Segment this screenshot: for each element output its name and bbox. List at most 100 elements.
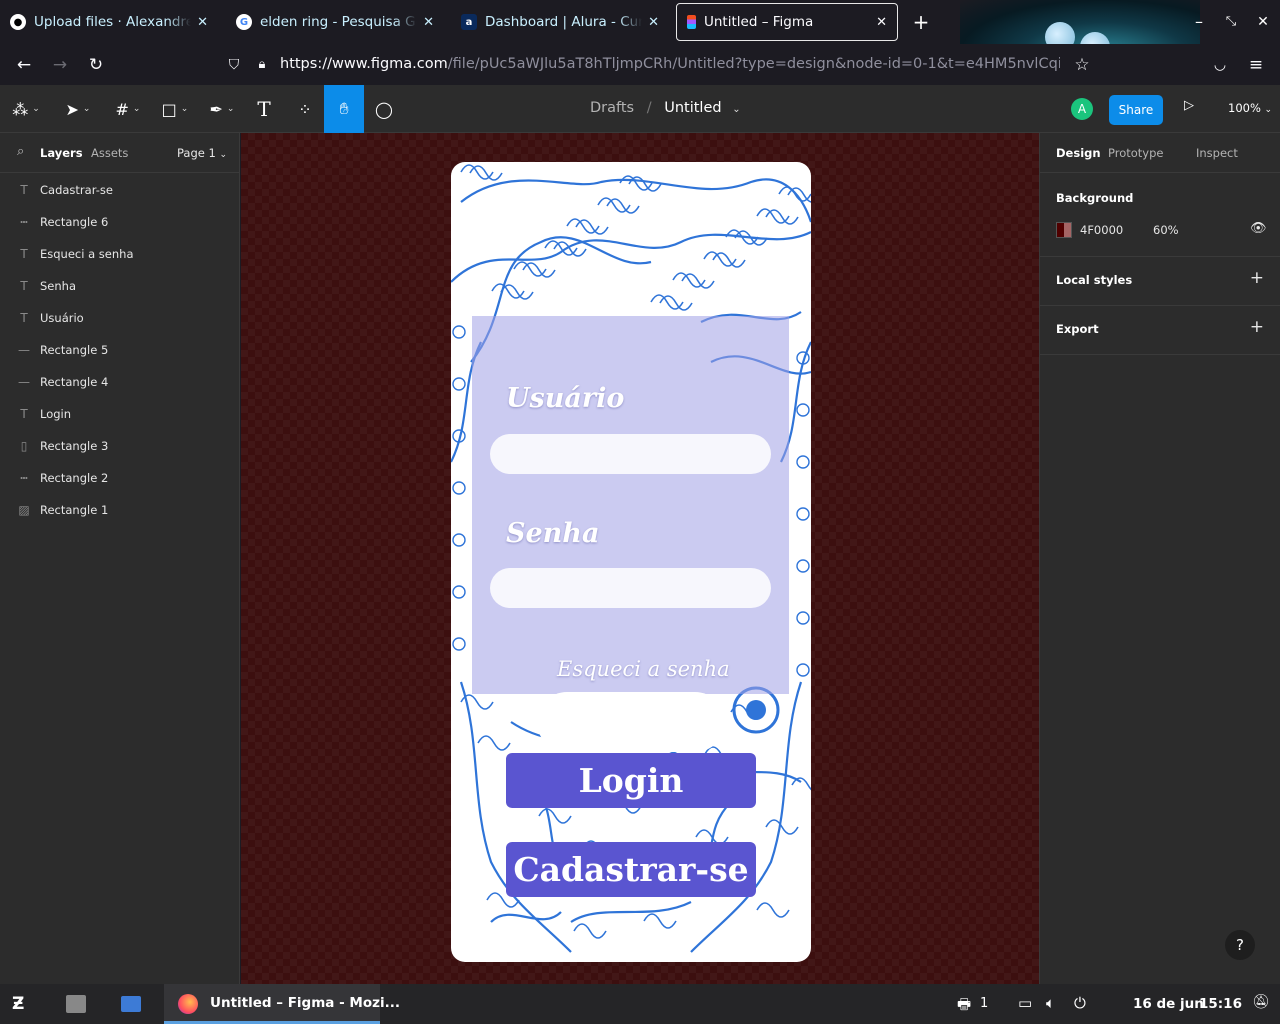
hand-tool-button[interactable]: ✋︎ xyxy=(324,85,364,133)
tab-layers[interactable]: Layers xyxy=(40,146,83,160)
layer-row[interactable]: ▯ Rectangle 3 xyxy=(0,430,240,462)
frame-tool-button[interactable]: # ⌄ xyxy=(108,85,148,133)
present-play-icon[interactable]: ▷ xyxy=(1184,98,1194,113)
background-hex[interactable]: 4F0000 xyxy=(1080,223,1123,237)
tab-prototype[interactable]: Prototype xyxy=(1108,146,1163,160)
display-icon[interactable]: ▭ xyxy=(1018,994,1032,1012)
help-button[interactable]: ? xyxy=(1225,930,1255,960)
bookmark-star-icon[interactable]: ☆ xyxy=(1069,52,1095,78)
design-canvas[interactable]: Usuário Senha Esqueci a senha Login Cada… xyxy=(241,133,1039,984)
close-window-icon[interactable]: ✕ xyxy=(1251,10,1275,34)
taskbar-date[interactable]: 16 de jun xyxy=(1133,996,1204,1012)
menu-icon[interactable]: ≡ xyxy=(1243,52,1269,78)
browser-tab-figma[interactable]: Untitled – Figma ✕ xyxy=(676,3,898,41)
forgot-password-label[interactable]: Esqueci a senha xyxy=(557,657,730,681)
power-icon[interactable]: ⏻ xyxy=(1074,994,1086,1012)
lock-icon[interactable]: 🔒︎ xyxy=(249,52,275,78)
close-tab-icon[interactable]: ✕ xyxy=(423,15,434,30)
breadcrumb-separator: / xyxy=(646,100,652,116)
eye-icon[interactable]: 👁︎ xyxy=(1250,221,1267,236)
export-section: Export + xyxy=(1040,306,1280,355)
background-color-swatch[interactable] xyxy=(1056,222,1072,238)
layer-name: Senha xyxy=(40,279,76,293)
senha-field[interactable] xyxy=(490,568,771,608)
layer-row[interactable]: T Cadastrar-se xyxy=(0,174,240,206)
chevron-down-icon: ⌄ xyxy=(1264,105,1273,115)
notifications-muted-icon[interactable]: 🔕︎ xyxy=(1252,994,1270,1010)
tab-inspect[interactable]: Inspect xyxy=(1196,146,1238,160)
layer-row[interactable]: T Senha xyxy=(0,270,240,302)
browser-tab-google[interactable]: G elden ring - Pesquisa Goog ✕ xyxy=(226,2,444,42)
file-name[interactable]: Untitled xyxy=(664,100,721,116)
url-host: https://www.figma.com xyxy=(280,56,448,72)
layer-row[interactable]: ┅ Rectangle 6 xyxy=(0,206,240,238)
figma-main-menu-button[interactable]: ⁂ ⌄ xyxy=(6,85,46,133)
rectangle-pill[interactable] xyxy=(537,692,725,752)
resources-tool-button[interactable]: ⁘ xyxy=(290,85,320,133)
new-tab-icon[interactable]: + xyxy=(909,10,933,34)
layer-text-icon: T xyxy=(20,247,28,261)
files-icon[interactable] xyxy=(66,995,86,1013)
translucent-panel[interactable] xyxy=(472,316,789,694)
dragon-stroke xyxy=(452,377,466,391)
layer-row[interactable]: T Usuário xyxy=(0,302,240,334)
add-export-icon[interactable]: + xyxy=(1250,317,1264,337)
dragon-stroke xyxy=(460,178,811,223)
url-bar[interactable]: https://www.figma.com/file/pUc5aWJlu5aT8… xyxy=(280,56,1060,72)
senha-label[interactable]: Senha xyxy=(506,518,599,549)
zoom-dropdown[interactable]: 100% ⌄ xyxy=(1228,101,1272,115)
add-style-icon[interactable]: + xyxy=(1250,268,1264,288)
layer-row[interactable]: ▨ Rectangle 1 xyxy=(0,494,240,526)
login-button[interactable]: Login xyxy=(506,753,756,808)
usuario-label[interactable]: Usuário xyxy=(506,383,624,414)
layer-name: Rectangle 2 xyxy=(40,471,109,485)
login-frame[interactable]: Usuário Senha Esqueci a senha Login Cada… xyxy=(451,162,811,962)
breadcrumb: Drafts / Untitled ⌄ xyxy=(590,100,741,116)
printer-icon[interactable]: 🖶︎ xyxy=(957,994,971,1019)
restore-icon[interactable]: ⤡ xyxy=(1219,10,1243,34)
text-tool-button[interactable]: T xyxy=(250,85,278,133)
tab-assets[interactable]: Assets xyxy=(91,146,128,160)
cursor-icon: ➤ xyxy=(65,99,79,119)
layer-row[interactable]: T Esqueci a senha xyxy=(0,238,240,270)
browser-tab-alura[interactable]: a Dashboard | Alura - Curso ✕ xyxy=(451,2,669,42)
chevron-down-icon[interactable]: ⌄ xyxy=(732,104,740,115)
comment-tool-button[interactable]: ◯ xyxy=(370,85,398,133)
volume-icon[interactable]: 🔈︎ xyxy=(1046,994,1055,1012)
close-tab-icon[interactable]: ✕ xyxy=(876,15,887,30)
search-icon[interactable]: ⌕ xyxy=(17,144,24,159)
layer-row[interactable]: T Login xyxy=(0,398,240,430)
pen-tool-button[interactable]: ✒ ⌄ xyxy=(202,85,242,133)
software-store-icon[interactable] xyxy=(121,996,141,1012)
taskbar-time[interactable]: 15:16 xyxy=(1199,996,1242,1012)
reload-icon[interactable]: ↻ xyxy=(83,52,109,78)
forward-icon[interactable]: → xyxy=(47,52,73,78)
close-tab-icon[interactable]: ✕ xyxy=(648,15,659,30)
dragon-stroke xyxy=(796,559,810,573)
minimize-icon[interactable]: – xyxy=(1187,10,1211,34)
dragon-stroke xyxy=(791,777,811,791)
move-tool-button[interactable]: ➤ ⌄ xyxy=(58,85,98,133)
browser-tab-github[interactable]: ● Upload files · Alexandre01! ✕ xyxy=(0,2,218,42)
shape-tool-button[interactable]: □ ⌄ xyxy=(155,85,195,133)
back-icon[interactable]: ← xyxy=(11,52,37,78)
workspace-number[interactable]: 1 xyxy=(980,996,988,1011)
page-selector[interactable]: Page 1 ⌄ xyxy=(177,146,227,160)
close-tab-icon[interactable]: ✕ xyxy=(197,15,208,30)
layer-row[interactable]: — Rectangle 5 xyxy=(0,334,240,366)
layer-row[interactable]: ┅ Rectangle 2 xyxy=(0,462,240,494)
background-opacity[interactable]: 60% xyxy=(1153,223,1179,237)
pocket-icon[interactable]: ◡ xyxy=(1207,52,1233,78)
tab-design[interactable]: Design xyxy=(1056,146,1101,160)
usuario-field[interactable] xyxy=(490,434,771,474)
pen-icon: ✒ xyxy=(209,99,223,119)
breadcrumb-drafts[interactable]: Drafts xyxy=(590,100,634,116)
signup-button[interactable]: Cadastrar-se xyxy=(506,842,756,897)
taskbar-firefox-window[interactable]: Untitled – Figma - Mozi... xyxy=(164,984,400,1024)
avatar[interactable]: A xyxy=(1071,98,1093,120)
zorin-menu-icon[interactable]: Ƶ xyxy=(12,994,24,1014)
google-icon: G xyxy=(236,14,252,30)
share-button[interactable]: Share xyxy=(1109,95,1163,125)
layer-row[interactable]: — Rectangle 4 xyxy=(0,366,240,398)
shield-icon[interactable]: ⛉ xyxy=(221,52,247,78)
